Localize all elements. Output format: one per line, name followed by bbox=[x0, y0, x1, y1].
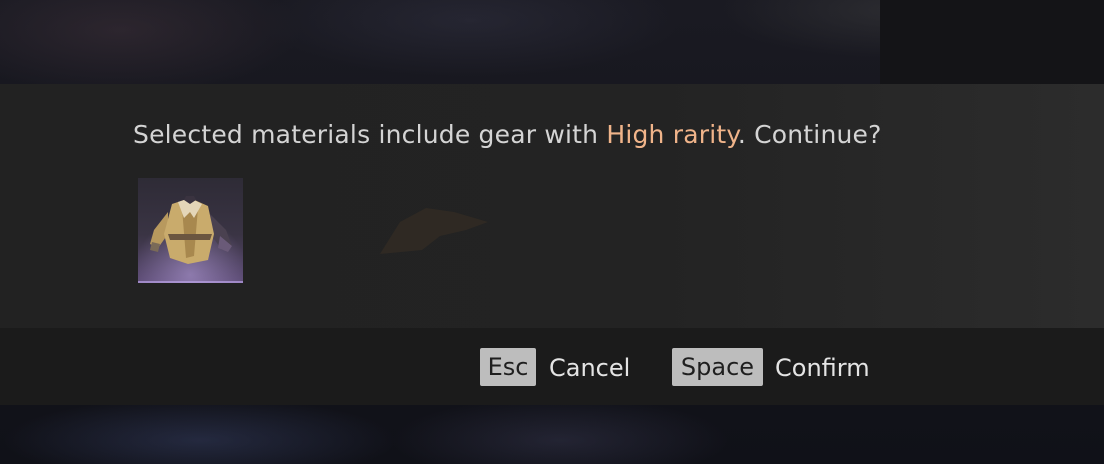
background-panel bbox=[880, 0, 1104, 84]
space-key-hint[interactable]: Space bbox=[672, 348, 763, 386]
confirm-button[interactable]: Confirm bbox=[775, 354, 870, 382]
message-text: Selected materials include gear with bbox=[133, 120, 607, 149]
robe-armor-icon bbox=[138, 178, 243, 283]
confirmation-message: Selected materials include gear with Hig… bbox=[133, 120, 882, 149]
background-strip bbox=[0, 405, 1104, 464]
cancel-button[interactable]: Cancel bbox=[549, 354, 630, 382]
rarity-highlight: High rarity bbox=[606, 120, 738, 149]
material-item-slot[interactable] bbox=[138, 178, 243, 283]
message-suffix: . Continue? bbox=[737, 120, 882, 149]
esc-key-hint[interactable]: Esc bbox=[480, 348, 536, 386]
faded-emblem bbox=[380, 208, 488, 254]
